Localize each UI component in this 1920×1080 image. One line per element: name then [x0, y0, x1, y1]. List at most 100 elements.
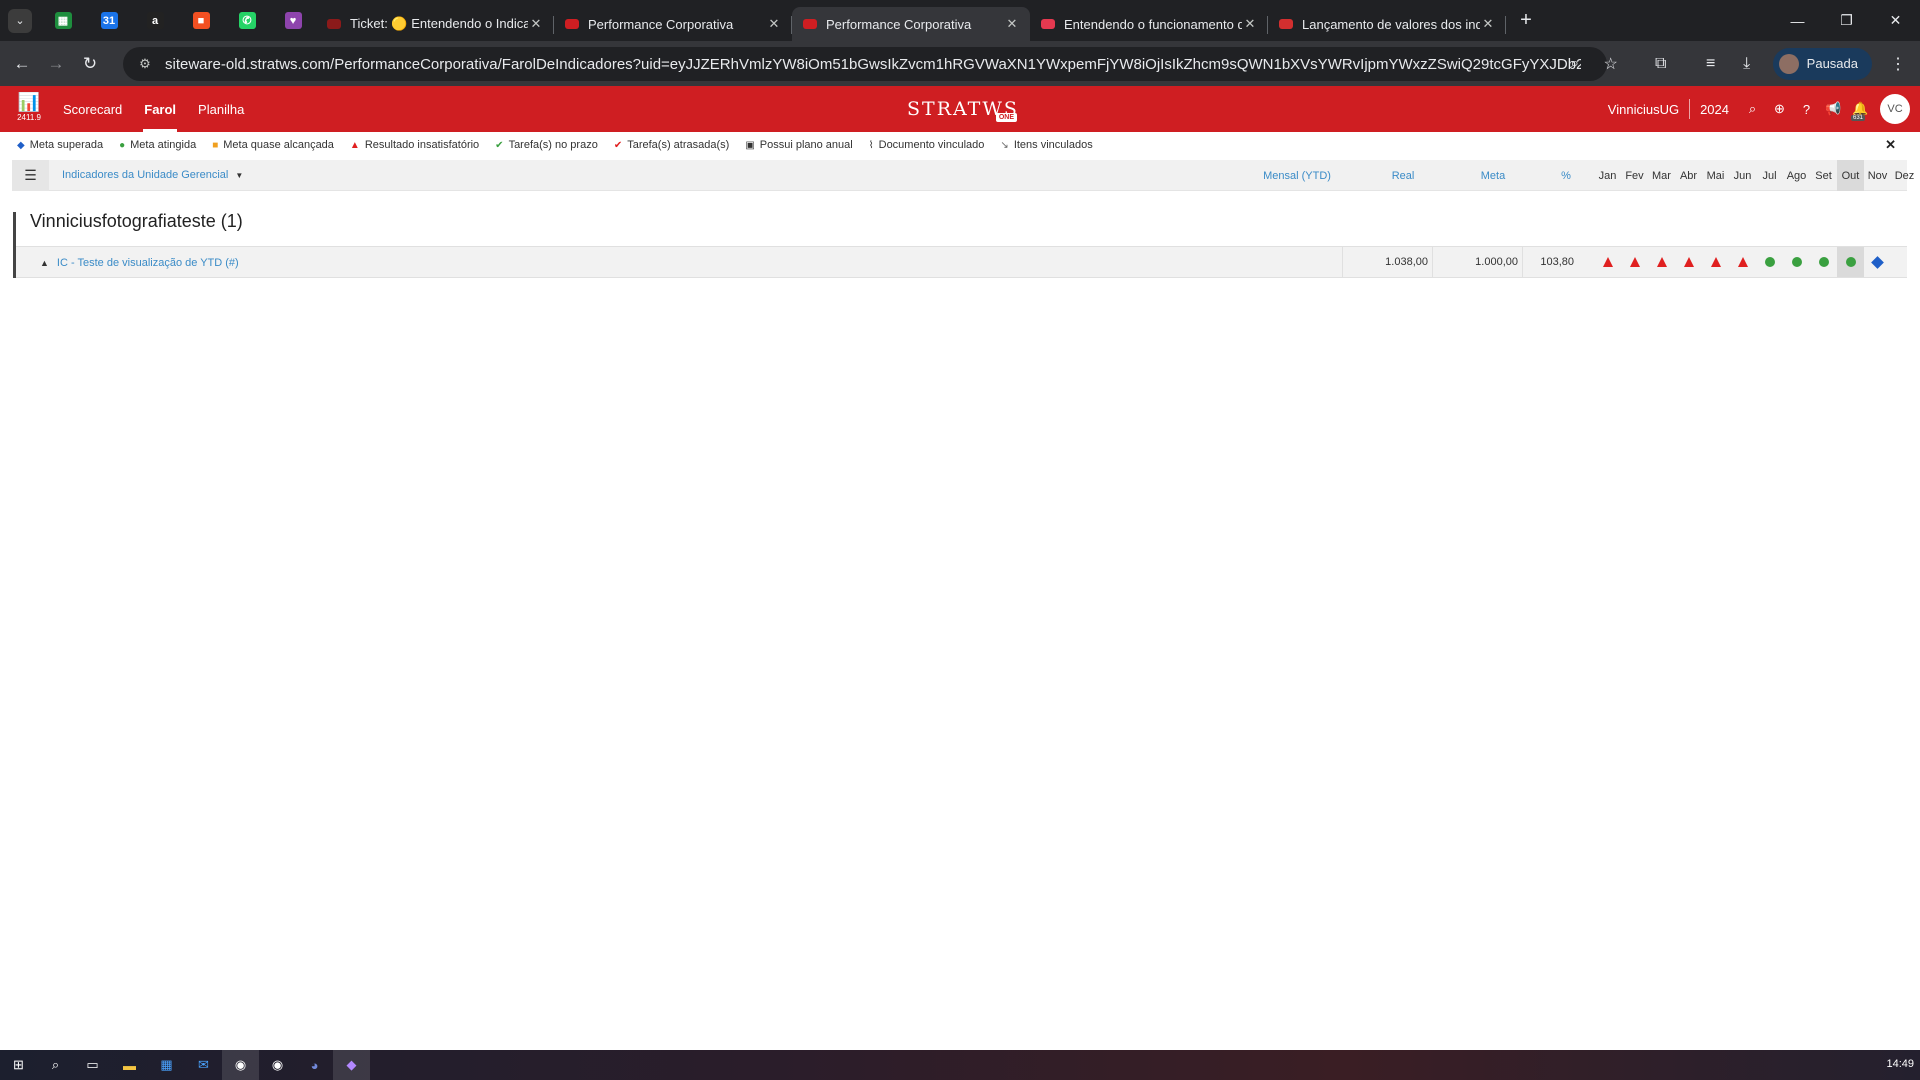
bar-chart-icon: 📊	[17, 92, 41, 112]
windows-start-icon[interactable]: ⊞	[0, 1050, 37, 1080]
file-explorer-icon[interactable]: ▬	[111, 1050, 148, 1080]
month-status-cell[interactable]	[1864, 247, 1891, 277]
pinned-tab[interactable]: ■	[178, 4, 224, 38]
whatsapp-icon: ✆	[238, 12, 256, 29]
zoom-icon[interactable]: ⌕	[1557, 46, 1593, 82]
month-status-cell[interactable]	[1594, 247, 1621, 277]
month-header[interactable]: Abr	[1675, 160, 1702, 191]
bookmark-star-icon[interactable]: ☆	[1593, 46, 1629, 82]
new-tab-button[interactable]: +	[1510, 5, 1542, 37]
month-header[interactable]: Jun	[1729, 160, 1756, 191]
browser-tab[interactable]: Ticket: 🟡 Entendendo o Indica ✕	[316, 7, 554, 41]
indicator-name[interactable]: ▲ IC - Teste de visualização de YTD (#)	[40, 257, 239, 269]
nav-farol[interactable]: Farol	[133, 86, 187, 132]
bell-icon[interactable]: 🔔 631	[1847, 101, 1874, 121]
close-legend-icon[interactable]: ✕	[1885, 137, 1896, 153]
microsoft-icon: ■	[192, 12, 210, 29]
reload-icon[interactable]: ↻	[73, 47, 107, 81]
month-status-cell[interactable]	[1783, 247, 1810, 277]
pinned-tab[interactable]: ♥	[270, 4, 316, 38]
add-icon[interactable]: ⊕	[1766, 101, 1793, 117]
month-status-cell[interactable]	[1810, 247, 1837, 277]
legend-label: Possui plano anual	[759, 139, 853, 151]
tab-close-icon[interactable]: ✕	[766, 16, 782, 32]
pinned-tab[interactable]: ▦	[40, 4, 86, 38]
month-header[interactable]: Jan	[1594, 160, 1621, 191]
media-controls-icon[interactable]: ≡	[1693, 46, 1729, 82]
app-logo[interactable]: 📊 2411.9	[16, 92, 42, 126]
megaphone-icon[interactable]: 📢	[1820, 101, 1847, 117]
store-icon[interactable]: ▦	[148, 1050, 185, 1080]
percent-header[interactable]: %	[1538, 160, 1594, 191]
close-window-icon[interactable]: ✕	[1871, 0, 1920, 41]
month-status-cell[interactable]	[1621, 247, 1648, 277]
period-header[interactable]: Mensal (YTD)	[1237, 160, 1357, 191]
browser-tab[interactable]: Lançamento de valores dos ind ✕	[1268, 7, 1506, 41]
browser-tab[interactable]: Entendendo o funcionamento d ✕	[1030, 7, 1268, 41]
tab-close-icon[interactable]: ✕	[1480, 16, 1496, 32]
back-icon[interactable]: ←	[5, 47, 39, 81]
extensions-icon[interactable]: ⧉	[1643, 46, 1679, 82]
month-header[interactable]: Dez	[1891, 160, 1918, 191]
indicator-label[interactable]: IC - Teste de visualização de YTD (#)	[57, 257, 239, 269]
help-icon[interactable]: ?	[1793, 102, 1820, 117]
tab-close-icon[interactable]: ✕	[528, 16, 544, 32]
user-name[interactable]: VinniciusUG	[1598, 102, 1689, 117]
chrome-icon[interactable]: ◉	[222, 1050, 259, 1080]
month-header[interactable]: Nov	[1864, 160, 1891, 191]
discord-icon[interactable]: ◕	[296, 1050, 333, 1080]
tab-close-icon[interactable]: ✕	[1242, 16, 1258, 32]
app-icon[interactable]: ◆	[333, 1050, 370, 1080]
task-view-icon[interactable]: ▭	[74, 1050, 111, 1080]
url-text[interactable]: siteware-old.stratws.com/PerformanceCorp…	[165, 56, 1581, 73]
month-header[interactable]: Set	[1810, 160, 1837, 191]
month-header[interactable]: Ago	[1783, 160, 1810, 191]
expand-triangle-icon[interactable]: ▲	[40, 258, 49, 268]
pinned-tab[interactable]: a	[132, 4, 178, 38]
unit-selector[interactable]: Indicadores da Unidade Gerencial ▼	[62, 169, 243, 181]
month-status-cell[interactable]	[1729, 247, 1756, 277]
legend-item: ◆ Meta superada	[17, 139, 103, 151]
search-icon[interactable]: ⌕	[1739, 101, 1766, 117]
nav-planilha[interactable]: Planilha	[187, 86, 255, 132]
year-selector[interactable]: 2024	[1690, 102, 1739, 117]
month-status-cell[interactable]	[1891, 247, 1918, 277]
month-header[interactable]: Out	[1837, 160, 1864, 191]
legend-label: Resultado insatisfatório	[364, 139, 480, 151]
month-header[interactable]: Fev	[1621, 160, 1648, 191]
month-header[interactable]: Mar	[1648, 160, 1675, 191]
status-legend: ◆ Meta superada ● Meta atingida ■ Meta quase …	[0, 132, 1920, 158]
mail-icon[interactable]: ✉	[185, 1050, 222, 1080]
address-bar[interactable]: ⚙ siteware-old.stratws.com/PerformanceCo…	[123, 47, 1607, 81]
browser-tab[interactable]: Performance Corporativa ✕	[554, 7, 792, 41]
legend-symbol-icon: ■	[212, 139, 219, 151]
browser-tab-strip: ⌄ ▦ 31 a ■ ✆ ♥ Ticket: 🟡 Entendendo o Indica ✕…	[0, 0, 1920, 41]
month-status-cell[interactable]	[1837, 247, 1864, 277]
browser-menu-icon[interactable]: ⋮	[1880, 46, 1916, 82]
minimize-icon[interactable]: —	[1773, 0, 1822, 41]
meta-header[interactable]: Meta	[1448, 160, 1538, 191]
tab-search-icon[interactable]: ⌄	[8, 8, 32, 33]
restore-icon[interactable]: ❐	[1822, 0, 1871, 41]
search-icon[interactable]: ⌕	[37, 1050, 74, 1080]
profile-button[interactable]: Pausada	[1772, 47, 1872, 80]
chrome-icon[interactable]: ◉	[259, 1050, 296, 1080]
browser-tab[interactable]: Performance Corporativa ✕	[792, 7, 1030, 41]
month-status-cell[interactable]	[1756, 247, 1783, 277]
pinned-tab[interactable]: 31	[86, 4, 132, 38]
month-status-cell[interactable]	[1675, 247, 1702, 277]
month-header[interactable]: Jul	[1756, 160, 1783, 191]
menu-icon[interactable]: ☰	[12, 160, 49, 191]
site-info-icon[interactable]: ⚙	[133, 52, 157, 76]
user-avatar[interactable]: VC	[1880, 94, 1910, 124]
download-icon[interactable]: ⤓	[1729, 46, 1765, 82]
month-status-cell[interactable]	[1648, 247, 1675, 277]
pinned-tab[interactable]: ✆	[224, 4, 270, 38]
forward-icon[interactable]: →	[39, 47, 73, 81]
month-status-cell[interactable]	[1702, 247, 1729, 277]
nav-scorecard[interactable]: Scorecard	[52, 86, 133, 132]
percent-value: 103,80	[1522, 247, 1578, 277]
month-header[interactable]: Mai	[1702, 160, 1729, 191]
tab-close-icon[interactable]: ✕	[1004, 16, 1020, 32]
real-header[interactable]: Real	[1358, 160, 1448, 191]
